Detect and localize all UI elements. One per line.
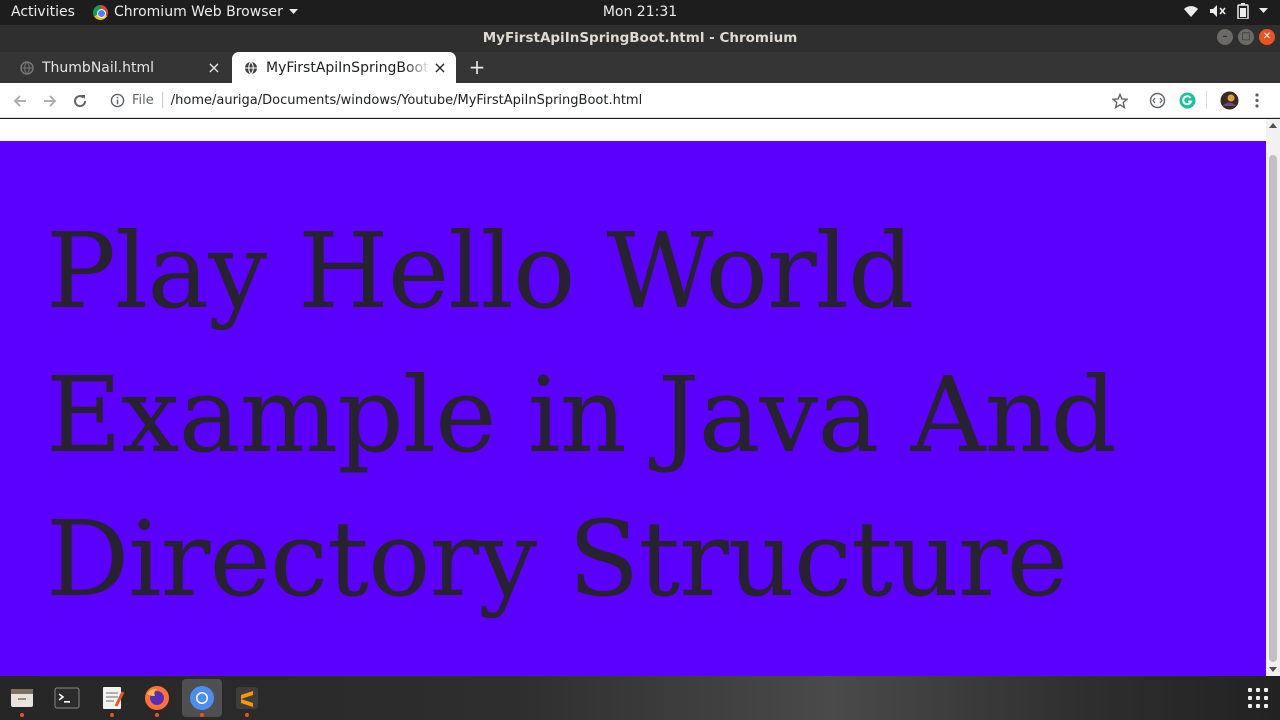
tab-myfirstapi[interactable]: MyFirstApiInSpringBoot.html × [232, 52, 456, 83]
tab-strip: ThumbNail.html × MyFirstApiInSpringBoot.… [0, 52, 1280, 83]
reload-icon [74, 95, 87, 108]
close-tab-icon[interactable]: × [430, 58, 450, 77]
arrow-right-icon [44, 95, 57, 107]
back-button[interactable] [10, 91, 30, 111]
reload-button[interactable] [70, 91, 90, 111]
show-applications-icon[interactable] [1248, 688, 1268, 708]
close-window-button[interactable]: ✕ [1259, 29, 1275, 45]
firefox-icon [145, 686, 169, 710]
web-page-viewport: Play Hello World Example in Java And Dir… [0, 119, 1266, 676]
scheme-label: File [132, 92, 154, 108]
window-title-bar[interactable]: MyFirstApiInSpringBoot.html - Chromium –… [0, 25, 1280, 52]
more-menu-icon[interactable] [1255, 93, 1259, 108]
running-indicator [200, 713, 204, 717]
window-title: MyFirstApiInSpringBoot.html - Chromium [482, 30, 798, 46]
minimize-button[interactable]: – [1217, 29, 1233, 45]
system-top-bar: Activities Chromium Web Browser Mon 21:3… [0, 0, 1280, 25]
activities-button[interactable]: Activities [11, 4, 75, 20]
dock-firefox[interactable] [137, 679, 177, 717]
terminal-icon [54, 687, 80, 709]
running-indicator [20, 713, 24, 717]
bookmark-star-icon[interactable] [1112, 93, 1128, 109]
page-heading: Play Hello World Example in Java And Dir… [46, 210, 1117, 620]
info-icon[interactable] [110, 93, 125, 108]
clock[interactable]: Mon 21:31 [603, 4, 677, 20]
close-tab-icon[interactable]: × [204, 58, 224, 77]
dock-chromium[interactable] [182, 679, 222, 717]
app-menu[interactable]: Chromium Web Browser [93, 4, 298, 20]
ubuntu-dock [0, 676, 1280, 720]
dock-terminal[interactable] [47, 679, 87, 717]
grammarly-icon[interactable] [1179, 92, 1196, 109]
system-menu-arrow-icon [1259, 8, 1268, 13]
app-menu-label: Chromium Web Browser [114, 4, 283, 20]
url-text[interactable]: /home/auriga/Documents/windows/Youtube/M… [171, 93, 642, 108]
toolbar-divider [1206, 91, 1207, 109]
running-indicator [245, 713, 249, 717]
chromium-icon [190, 686, 214, 710]
dock-text-editor[interactable] [92, 679, 132, 717]
system-status-area[interactable] [1183, 3, 1268, 19]
tab-label: ThumbNail.html [42, 59, 154, 76]
maximize-button[interactable]: □ [1238, 29, 1254, 45]
omnibox-divider [161, 92, 163, 108]
arrow-left-icon [13, 95, 26, 107]
tab-thumbnail[interactable]: ThumbNail.html × [8, 52, 230, 83]
hero-banner: Play Hello World Example in Java And Dir… [0, 141, 1266, 676]
new-tab-button[interactable]: + [466, 56, 488, 78]
extension-icon[interactable] [1149, 92, 1166, 109]
wifi-icon [1184, 6, 1198, 17]
globe-icon [20, 60, 34, 75]
globe-icon [245, 61, 257, 74]
dropdown-arrow-icon [288, 9, 298, 14]
scrollbar-thumb[interactable] [1269, 155, 1277, 662]
running-indicator [155, 713, 159, 717]
vertical-scrollbar[interactable] [1266, 119, 1280, 676]
scroll-up-arrow-icon[interactable] [1269, 123, 1277, 128]
tab-label: MyFirstApiInSpringBoot.html [266, 59, 430, 76]
file-manager-icon [11, 689, 33, 707]
sublime-text-icon [236, 687, 258, 709]
forward-button[interactable] [40, 91, 60, 111]
dock-file-manager[interactable] [2, 679, 42, 717]
dock-sublime-text[interactable] [227, 679, 267, 717]
scroll-down-arrow-icon[interactable] [1269, 667, 1277, 672]
battery-icon [1237, 3, 1249, 19]
profile-avatar-icon[interactable] [1220, 91, 1239, 110]
chromium-icon [93, 4, 108, 20]
volume-muted-icon [1210, 5, 1226, 17]
browser-toolbar: File /home/auriga/Documents/windows/Yout… [0, 83, 1280, 118]
address-bar[interactable]: File /home/auriga/Documents/windows/Yout… [104, 87, 1104, 113]
text-editor-icon [103, 687, 125, 709]
running-indicator [110, 713, 114, 717]
